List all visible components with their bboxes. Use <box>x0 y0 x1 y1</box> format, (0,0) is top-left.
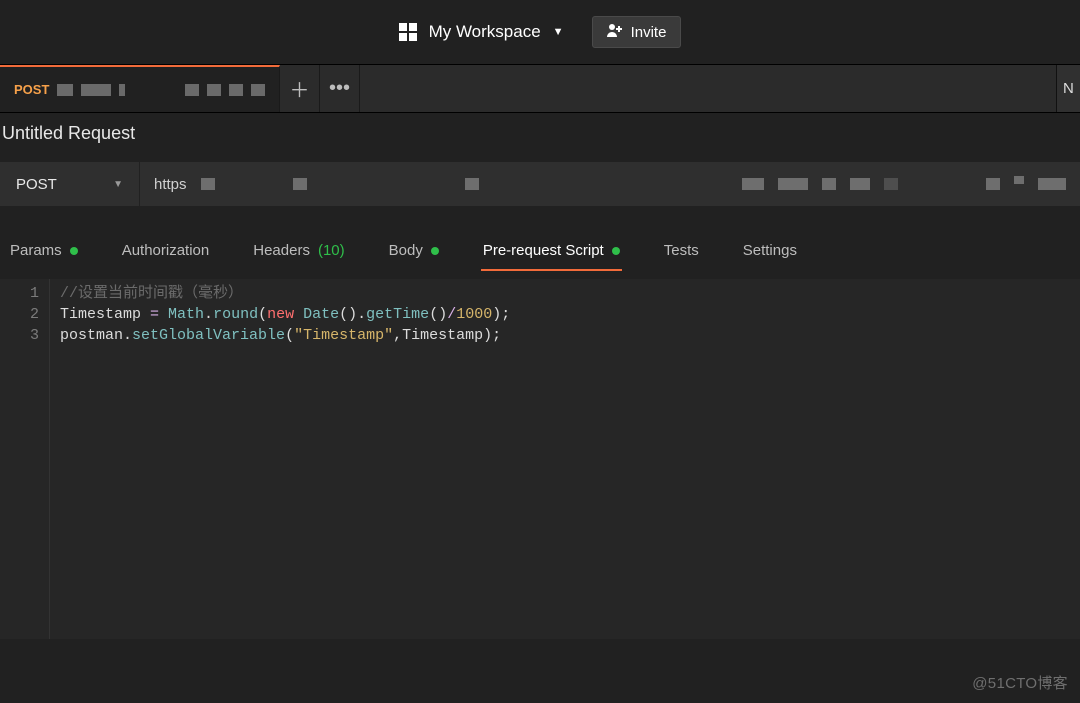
tab-label: Pre-request Script <box>483 242 604 259</box>
tab-label: Headers <box>253 242 310 259</box>
tab-label: Tests <box>664 242 699 259</box>
blurred-text <box>1014 176 1024 184</box>
url-input[interactable]: https <box>140 162 1080 206</box>
watermark: @51CTO博客 <box>972 672 1068 693</box>
blurred-text <box>850 178 870 190</box>
tab-settings[interactable]: Settings <box>741 236 799 271</box>
topbar: My Workspace ▼ Invite <box>0 0 1080 65</box>
tab-label: Params <box>10 242 62 259</box>
blurred-text <box>465 178 479 190</box>
code-editor[interactable]: 1 2 3 //设置当前时间戳（毫秒）Timestamp = Math.roun… <box>0 279 1080 639</box>
blurred-text <box>293 178 307 190</box>
code-line: Timestamp = Math.round(new Date().getTim… <box>60 304 1080 325</box>
headers-count: (10) <box>318 242 345 259</box>
blurred-text <box>119 84 125 96</box>
new-tab-button[interactable]: ＋ <box>280 65 320 112</box>
invite-button[interactable]: Invite <box>592 16 682 48</box>
tab-tests[interactable]: Tests <box>662 236 701 271</box>
line-gutter: 1 2 3 <box>0 279 50 639</box>
blurred-text <box>185 84 199 96</box>
tab-prerequest-script[interactable]: Pre-request Script <box>481 236 622 271</box>
request-tab-active[interactable]: POST <box>0 65 280 112</box>
blurred-text <box>201 178 215 190</box>
line-number: 1 <box>0 283 39 304</box>
tab-label: Authorization <box>122 242 210 259</box>
invite-icon <box>607 23 623 41</box>
tabstrip: POST ＋ ••• N <box>0 65 1080 113</box>
status-dot-icon <box>431 247 439 255</box>
request-title-row: Untitled Request <box>0 113 1080 162</box>
blurred-text <box>742 178 764 190</box>
blurred-text <box>229 84 243 96</box>
line-number: 2 <box>0 304 39 325</box>
url-text: https <box>154 176 187 193</box>
tab-more-button[interactable]: ••• <box>320 65 360 112</box>
blurred-text <box>778 178 808 190</box>
tab-headers[interactable]: Headers (10) <box>251 236 346 271</box>
tab-body[interactable]: Body <box>387 236 441 271</box>
blurred-text <box>251 84 265 96</box>
code-line: //设置当前时间戳（毫秒） <box>60 283 1080 304</box>
method-select[interactable]: POST ▼ <box>0 162 140 206</box>
tab-label: Body <box>389 242 423 259</box>
request-subtabs: Params Authorization Headers (10) Body P… <box>0 236 1080 279</box>
chevron-down-icon: ▼ <box>113 179 123 190</box>
method-value: POST <box>16 176 57 193</box>
blurred-text <box>1038 178 1066 190</box>
tab-authorization[interactable]: Authorization <box>120 236 212 271</box>
request-title[interactable]: Untitled Request <box>2 123 1074 144</box>
code-line: postman.setGlobalVariable("Timestamp",Ti… <box>60 325 1080 346</box>
grid-icon <box>399 23 417 41</box>
invite-label: Invite <box>631 24 667 41</box>
code-content[interactable]: //设置当前时间戳（毫秒）Timestamp = Math.round(new … <box>50 279 1080 639</box>
tab-label: Settings <box>743 242 797 259</box>
blurred-text <box>57 84 73 96</box>
line-number: 3 <box>0 325 39 346</box>
blurred-text <box>822 178 836 190</box>
blurred-text <box>81 84 111 96</box>
status-dot-icon <box>612 247 620 255</box>
status-dot-icon <box>70 247 78 255</box>
tab-params[interactable]: Params <box>8 236 80 271</box>
workspace-selector[interactable]: My Workspace ▼ <box>399 22 564 42</box>
tab-method: POST <box>14 82 49 97</box>
url-row: POST ▼ https <box>0 162 1080 206</box>
right-panel-toggle[interactable]: N <box>1056 65 1080 112</box>
blurred-text <box>884 178 898 190</box>
chevron-down-icon: ▼ <box>553 26 564 38</box>
blurred-text <box>207 84 221 96</box>
workspace-name: My Workspace <box>429 22 541 42</box>
blurred-text <box>986 178 1000 190</box>
